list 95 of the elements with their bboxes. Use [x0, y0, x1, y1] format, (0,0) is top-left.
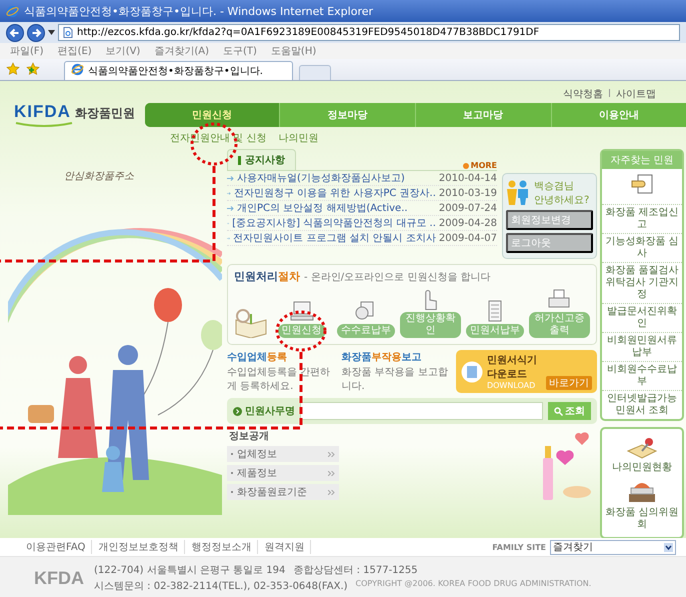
printer-icon: [546, 288, 572, 310]
logo-swoosh-icon: [14, 122, 74, 127]
hero-caption: 안심화장품주소: [63, 170, 135, 183]
footer-address: (122-704) 서울특별시 은평구 통일로 194: [94, 564, 286, 577]
chevron-icon: [328, 470, 335, 476]
user-name: 백승겸님: [534, 180, 575, 193]
menu-item[interactable]: 편집(E): [58, 44, 92, 58]
download-banner[interactable]: 민원서식기 다운로드 DOWNLOAD 바로가기: [456, 350, 597, 393]
download-title: 민원서식기: [486, 354, 538, 367]
footer-contact: 시스템문의 : 02-382-2114(TEL.), 02-353-0648(FAX.): [94, 580, 348, 593]
add-favorite-icon[interactable]: [26, 62, 40, 76]
menu-item[interactable]: 파일(F): [10, 44, 44, 58]
section-title: 정보공개: [228, 430, 270, 443]
subnav-link[interactable]: 나의민원: [278, 131, 318, 145]
procedure-title: 민원처리절차: [234, 269, 300, 284]
notice-date: 2010-04-14: [438, 172, 497, 184]
chevron-icon: [328, 490, 335, 494]
notice-date: 2010-03-19: [438, 188, 497, 198]
page-icon: [63, 27, 73, 38]
promo-text: 화장품 부작용을 보고합니다.: [341, 366, 449, 393]
bar-icon: [238, 156, 241, 164]
footer-link[interactable]: 이용관련FAQ: [20, 540, 92, 554]
address-field[interactable]: http://ezcos.kfda.go.kr/kfda2?q=0A1F6923189E00845319FED9545018D477B38BDC1791DF: [58, 24, 680, 41]
search-icon: [554, 406, 563, 416]
info-link[interactable]: 업체정보: [227, 446, 339, 462]
forward-icon[interactable]: [27, 24, 45, 42]
logo-mark: KIFDA: [14, 103, 71, 121]
family-site-label: FAMILY SITE: [492, 542, 546, 552]
quick-link[interactable]: 기능성화장품 심사: [602, 233, 682, 262]
copyright-text: COPYRIGHT @2006. KOREA FOOD DRUG ADMINISTRATION.: [356, 579, 592, 590]
menu-item[interactable]: 즐겨찾기(A): [154, 44, 209, 58]
browser-logo-icon: [71, 62, 84, 76]
menu-item[interactable]: 보기(V): [106, 44, 140, 58]
go-button[interactable]: 바로가기: [546, 376, 592, 390]
info-link[interactable]: 화장품원료기준: [227, 484, 339, 500]
notice-date: 2009-04-28: [438, 218, 497, 228]
browser-tab[interactable]: 식품의약품안전청•화장품창구•입니다.: [64, 61, 293, 80]
menu-item[interactable]: 도구(T): [223, 44, 257, 58]
arrow-circle-icon: [233, 406, 242, 416]
search-field[interactable]: [300, 402, 543, 420]
favorites-star-icon[interactable]: [6, 62, 20, 76]
bullet-icon: [462, 162, 469, 168]
arrow-icon: [227, 176, 234, 180]
caret-icon[interactable]: [48, 30, 55, 35]
notice-link[interactable]: 전자민원청구 이용을 위한 사용자PC 권장사..: [234, 186, 436, 200]
stamp-icon: [625, 435, 659, 461]
browser-logo-icon: [6, 4, 19, 18]
family-site-select[interactable]: 즐겨찾기: [550, 540, 676, 554]
back-icon[interactable]: [6, 24, 24, 42]
window-title: 식품의약품안전청•화장품창구•입니다. - Windows Internet Explorer: [24, 4, 374, 18]
promo-title[interactable]: 수입업체등록: [227, 350, 336, 364]
shortcut-link[interactable]: 화장품 심의위원회: [604, 507, 680, 531]
menu-item[interactable]: 도움말(H): [270, 44, 316, 58]
notice-date: 2009-07-24: [438, 202, 497, 214]
top-link[interactable]: 식약청홈: [563, 87, 603, 99]
search-label: 민원사무명: [245, 405, 295, 418]
quick-link[interactable]: 비회원수수료납부: [602, 361, 682, 390]
footer-link[interactable]: 행정정보소개: [185, 540, 258, 554]
chevron-icon: [328, 452, 335, 456]
greeting: 안녕하세요?: [534, 194, 590, 207]
nav-tab[interactable]: 민원신청: [144, 103, 280, 127]
pointing-hand-icon: [424, 290, 437, 310]
panel-title: 자주찾는 민원: [602, 151, 682, 169]
download-subtitle: 다운로드: [486, 368, 528, 381]
promo-title[interactable]: 화장품부작용보고: [341, 350, 450, 364]
book-icon: [234, 308, 268, 338]
logo-text: 화장품민원: [74, 105, 135, 122]
form-icon: [460, 360, 483, 382]
quick-link[interactable]: 화장품 품질검사 위탁검사 기관지정: [602, 262, 682, 303]
arrow-icon: [227, 206, 234, 210]
info-link[interactable]: 제품정보: [227, 465, 339, 481]
notice-link[interactable]: 개인PC의 보안설정 해제방법(Active..: [237, 201, 436, 215]
notice-date: 2009-04-07: [438, 232, 497, 244]
notice-link[interactable]: [중요공지사항] 식품의약품안전청의 대규모 ..: [232, 216, 436, 230]
quick-link[interactable]: 화장품 제조업신고: [602, 204, 682, 233]
procedure-note: - 온라인/오프라인으로 민원신청을 합니다: [304, 271, 491, 284]
quick-link[interactable]: 발급문서진위확인: [602, 303, 682, 332]
footer-link[interactable]: 개인정보보호정책: [92, 540, 186, 554]
footer-phone: 종합상담센터 : 1577-1255: [293, 564, 418, 577]
people-icon: [506, 179, 530, 207]
more-link[interactable]: MORE: [462, 161, 497, 170]
notice-link[interactable]: 전자민원사이트 프로그램 설치 안될시 조치사: [233, 231, 436, 245]
annotation-circle: [276, 310, 326, 352]
footer-link[interactable]: 원격지원: [258, 540, 312, 554]
quick-link[interactable]: 인터넷발급가능 민원서 조회: [602, 390, 682, 419]
dropdown-icon: [664, 542, 673, 552]
shortcut-link[interactable]: 나의민원현황: [612, 462, 672, 474]
top-link[interactable]: 사이트맵: [616, 87, 656, 99]
computer-icon: [288, 300, 315, 322]
quick-link[interactable]: 비회원민원서류납부: [602, 332, 682, 361]
download-caption: DOWNLOAD: [486, 381, 536, 390]
footer-logo: KFDA: [34, 568, 84, 588]
notice-tab[interactable]: 공지사항: [227, 149, 296, 170]
notice-link[interactable]: 사용자매뉴얼(기능성화장품심사보고): [237, 171, 436, 185]
promo-text: 수입업체등록을 간편하게 등록하세요.: [227, 366, 332, 393]
